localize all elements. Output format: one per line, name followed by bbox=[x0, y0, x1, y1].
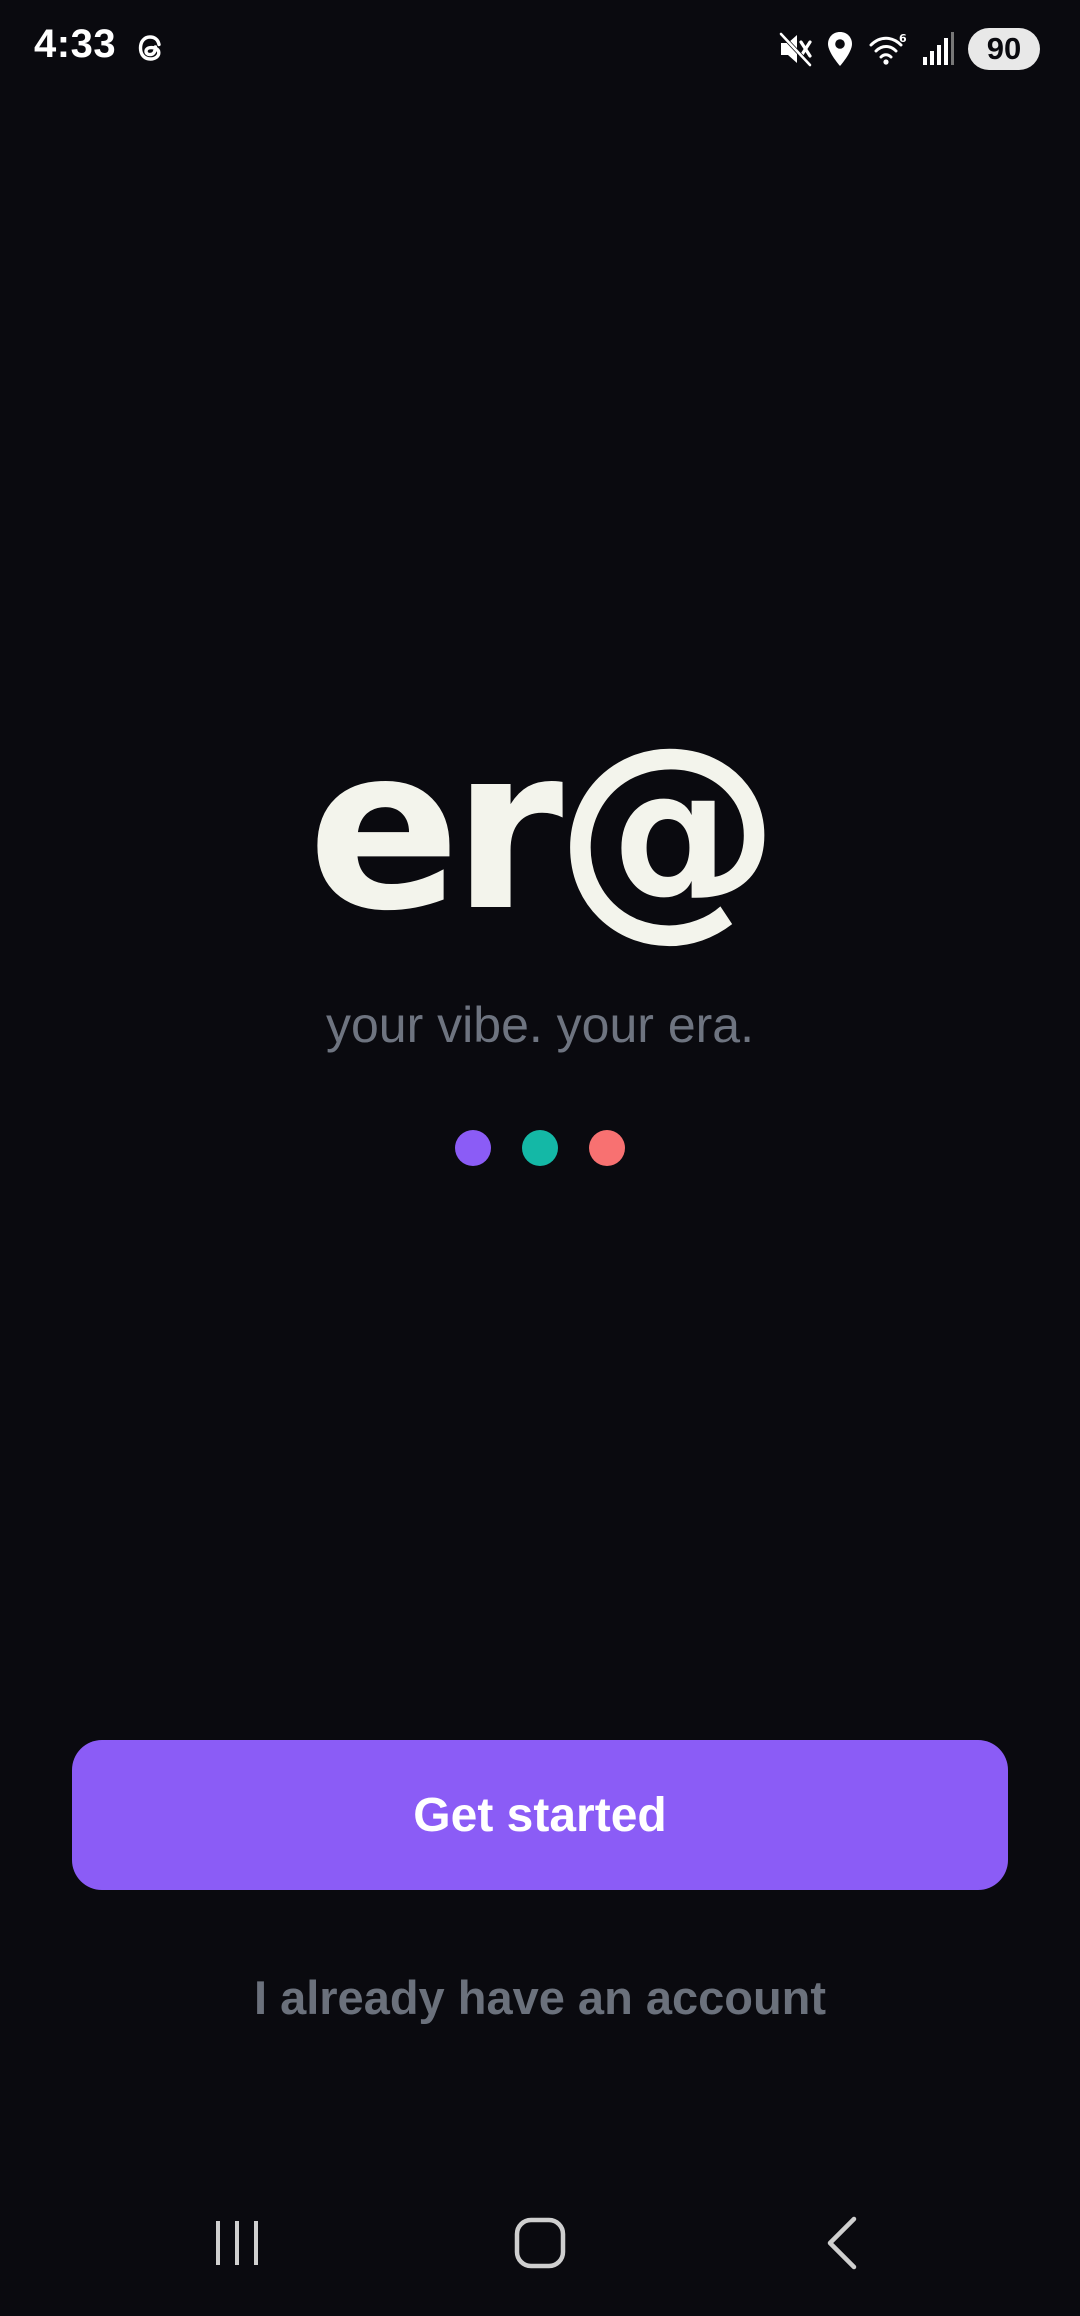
recent-apps-button[interactable] bbox=[177, 2190, 297, 2300]
back-icon bbox=[822, 2215, 862, 2276]
threads-icon bbox=[131, 28, 171, 68]
purple-dot bbox=[455, 1130, 491, 1166]
wifi-icon: 6 bbox=[868, 31, 908, 67]
status-time: 4:33 bbox=[34, 22, 117, 66]
recent-apps-icon bbox=[212, 2217, 262, 2274]
back-button[interactable] bbox=[782, 2190, 902, 2300]
battery-indicator: 90 bbox=[968, 28, 1040, 70]
tagline: your vibe. your era. bbox=[326, 997, 754, 1053]
color-dots bbox=[0, 1130, 1080, 1166]
svg-text:6: 6 bbox=[899, 32, 907, 45]
existing-account-link[interactable]: I already have an account bbox=[0, 1970, 1080, 2025]
status-bar: 4:33 6 90 bbox=[0, 0, 1080, 96]
home-button[interactable] bbox=[480, 2190, 600, 2300]
app-logo: er@ bbox=[307, 699, 781, 961]
teal-dot bbox=[522, 1130, 558, 1166]
status-icons: 6 90 bbox=[778, 26, 1040, 72]
get-started-button[interactable]: Get started bbox=[72, 1740, 1008, 1890]
location-icon bbox=[826, 31, 854, 67]
home-icon bbox=[514, 2217, 566, 2274]
signal-icon bbox=[922, 31, 954, 67]
mute-icon bbox=[778, 31, 812, 67]
navigation-bar bbox=[0, 2190, 1080, 2300]
coral-dot bbox=[589, 1130, 625, 1166]
